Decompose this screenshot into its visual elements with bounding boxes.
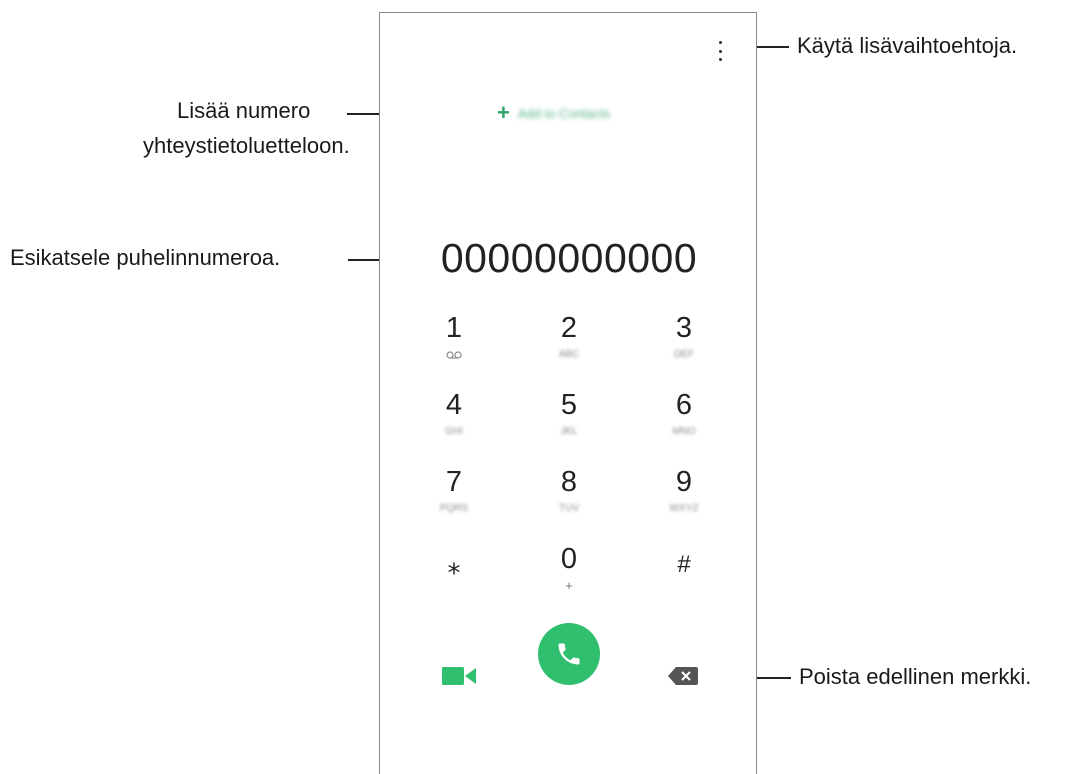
key-digit: ⁎: [447, 550, 461, 580]
phone-dialer-screen: + Add to Contacts 00000000000 1 2 ABC 3 …: [379, 12, 757, 774]
key-digit: 9: [675, 466, 693, 498]
entered-number-display[interactable]: 00000000000: [380, 235, 758, 282]
more-options-icon[interactable]: [715, 41, 725, 61]
call-button[interactable]: [538, 623, 600, 685]
key-letters: ABC: [558, 349, 580, 360]
callout-delete-char: Poista edellinen merkki.: [799, 664, 1032, 689]
key-digit: 6: [675, 389, 693, 421]
key-letters: GHI: [445, 426, 463, 437]
key-digit: 3: [675, 312, 693, 344]
key-letters: WXYZ: [669, 503, 699, 514]
add-to-contacts-button[interactable]: + Add to Contacts: [497, 101, 610, 125]
key-5[interactable]: 5 JKL: [529, 390, 609, 454]
key-letters: TUV: [559, 503, 579, 514]
callout-add-to-contacts-line1: Lisää numero: [177, 98, 311, 123]
key-letters: JKL: [560, 426, 578, 437]
key-digit: 7: [445, 466, 463, 498]
key-7[interactable]: 7 PQRS: [414, 467, 494, 531]
add-to-contacts-label: Add to Contacts: [517, 105, 611, 121]
key-digit: #: [677, 551, 691, 578]
key-1[interactable]: 1: [414, 313, 494, 377]
voicemail-icon: [446, 351, 462, 359]
key-letters: DEF: [674, 349, 694, 360]
callout-more-options: Käytä lisävaihtoehtoja.: [797, 33, 1018, 58]
callout-add-to-contacts-line2: yhteystietoluetteloon.: [143, 133, 350, 158]
key-letters: MNO: [672, 426, 696, 437]
key-3[interactable]: 3 DEF: [644, 313, 724, 377]
key-9[interactable]: 9 WXYZ: [644, 467, 724, 531]
key-2[interactable]: 2 ABC: [529, 313, 609, 377]
key-4[interactable]: 4 GHI: [414, 390, 494, 454]
phone-icon: [558, 643, 580, 665]
key-0[interactable]: 0 +: [529, 544, 609, 608]
key-digit: 4: [445, 389, 463, 421]
key-digit: 8: [560, 466, 578, 498]
backspace-icon[interactable]: [668, 667, 698, 685]
key-letters: PQRS: [439, 503, 469, 514]
key-digit: 1: [445, 312, 463, 344]
key-letters: +: [565, 578, 573, 593]
video-call-icon[interactable]: [442, 665, 478, 687]
key-8[interactable]: 8 TUV: [529, 467, 609, 531]
plus-icon: +: [497, 100, 510, 125]
key-digit: 5: [560, 389, 578, 421]
key-hash[interactable]: #: [644, 544, 724, 608]
callout-preview-number: Esikatsele puhelinnumeroa.: [10, 245, 281, 270]
key-6[interactable]: 6 MNO: [644, 390, 724, 454]
key-star[interactable]: ⁎: [414, 544, 494, 608]
key-digit: 2: [560, 312, 578, 344]
key-digit: 0: [560, 543, 578, 575]
